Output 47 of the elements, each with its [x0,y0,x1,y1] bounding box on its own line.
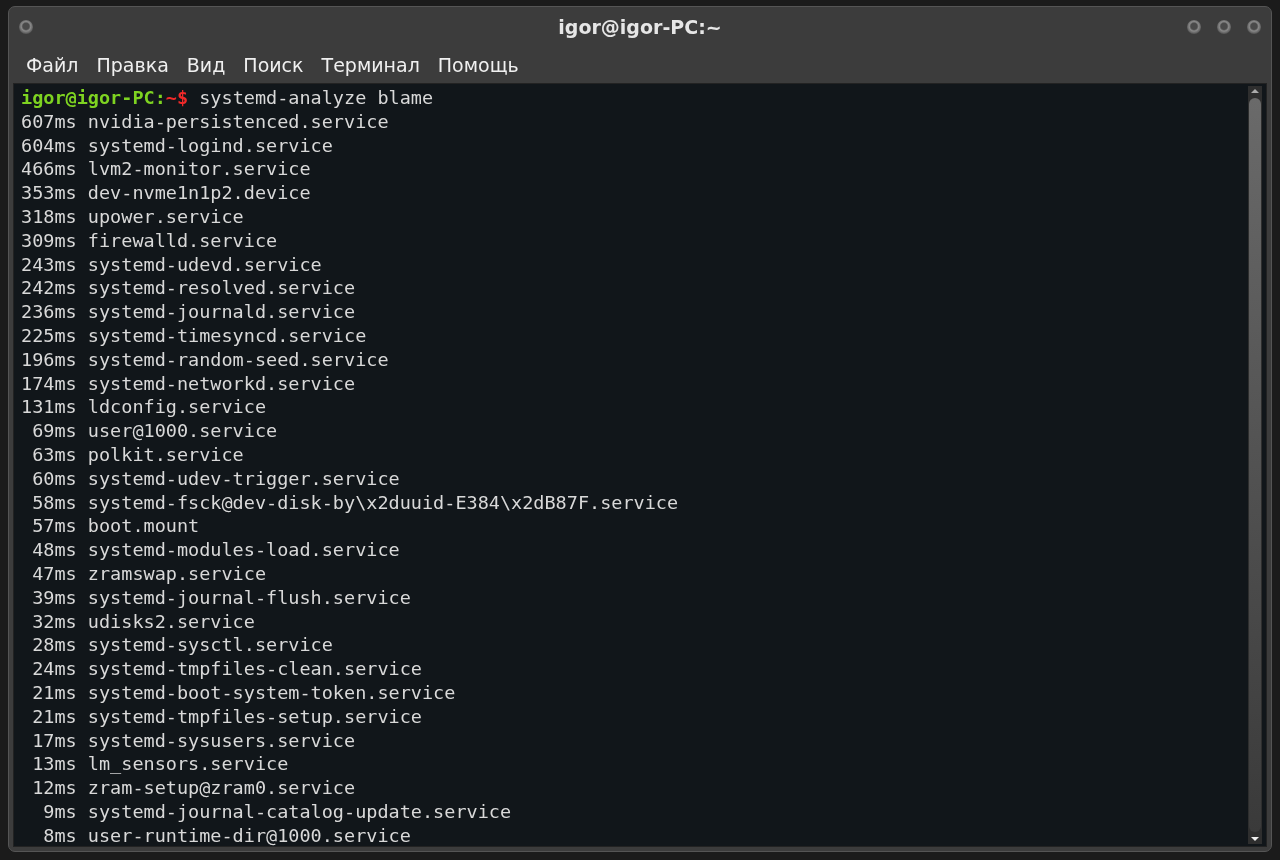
output-line: 24ms systemd-tmpfiles-clean.service [31,657,422,681]
output-line: 242ms systemd-resolved.service [21,276,356,301]
output-line: 196ms systemd-random-seed.service [21,347,389,372]
output-line: 60ms systemd-udev-trigger.service [31,466,400,491]
output-line: 174ms systemd-networkd.service [21,371,356,396]
output-line: 318ms upower.service [21,205,244,229]
output-line: 309ms firewalld.service [21,228,278,253]
output-line: 466ms lvm2-monitor.service [21,157,311,182]
output-line: 13ms lm_sensors.service [31,752,289,777]
output-line: 69ms user@1000.service [31,419,278,443]
menu-item[interactable]: Поиск [234,50,313,80]
window-title: igor@igor-PC:~ [557,16,723,38]
output-line: 8ms user-runtime-dir@1000.service [42,823,411,846]
output-line: 604ms systemd-logind.service [21,133,333,158]
output-line: 21ms systemd-boot-system-token.service [31,680,456,705]
menu-item[interactable]: Правка [87,50,178,80]
window-control-button[interactable] [1217,20,1231,34]
output-line: 48ms systemd-modules-load.service [31,538,400,562]
output-line: 225ms systemd-timesyncd.service [21,323,367,348]
output-line: 12ms zram-setup@zram0.service [31,776,356,800]
output-line: 32ms udisks2.service [31,609,255,634]
menu-item[interactable]: Терминал [312,50,429,80]
output-line: 39ms systemd-journal-flush.service [31,585,411,610]
window-control-button[interactable] [1187,20,1201,34]
scroll-up-icon[interactable] [1250,86,1260,96]
output-line: 243ms systemd-udevd.service [21,252,322,277]
output-line: 28ms systemd-sysctl.service [31,633,333,658]
output-line: 236ms systemd-journald.service [21,300,356,324]
output-line: 58ms systemd-fsck@dev-disk-by\x2duuid-E384\x2dB87F.service [31,490,679,515]
output-line: 607ms nvidia-persistenced.service [21,109,389,134]
scroll-down-icon[interactable] [1250,834,1260,844]
output-line: 353ms dev-nvme1n1p2.device [21,181,311,205]
output-line: 47ms zramswap.service [31,561,267,586]
output-line: 21ms systemd-tmpfiles-setup.service [31,704,422,729]
menu-item[interactable]: Файл [17,50,88,80]
command-line: igor@igor-PC:~$ systemd-analyze blame [21,86,434,110]
menu-item[interactable]: Вид [177,50,235,80]
menu-item[interactable]: Помощь [428,50,528,80]
window-control-button[interactable] [19,20,33,34]
output-line: 9ms systemd-journal-catalog-update.service [42,799,512,824]
window-control-button[interactable] [1247,20,1261,34]
output-line: 17ms systemd-sysusers.service [31,728,356,753]
output-line: 131ms ldconfig.service [21,395,267,420]
output-line: 57ms boot.mount [31,514,200,539]
scrollbar-thumb[interactable] [1249,98,1261,832]
scrollbar[interactable] [1248,86,1262,844]
output-line: 63ms polkit.service [31,442,244,467]
